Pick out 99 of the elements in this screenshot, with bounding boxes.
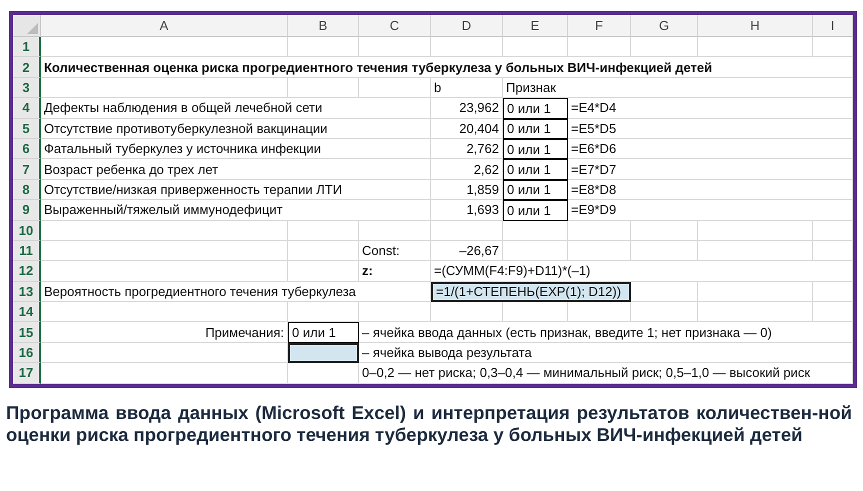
row-header[interactable]: 9: [13, 200, 41, 221]
table-cell: =E7*D7: [568, 159, 853, 180]
table-cell: =E5*D5: [568, 118, 853, 139]
empty-cell: [288, 37, 359, 58]
input-cell[interactable]: 0 или 1: [503, 200, 568, 221]
input-cell[interactable]: 0 или 1: [503, 138, 568, 160]
empty-cell: [288, 363, 359, 384]
empty-cell: [359, 37, 431, 58]
column-header[interactable]: D: [431, 15, 503, 37]
empty-cell: [631, 37, 698, 58]
empty-cell: [631, 302, 698, 322]
input-cell[interactable]: 0 или 1: [503, 180, 568, 200]
table-cell: b: [431, 78, 503, 98]
column-header[interactable]: C: [359, 15, 431, 37]
column-header[interactable]: B: [288, 15, 359, 37]
table-cell: Отсутствие/низкая приверженность терапии ЛТИ: [41, 180, 431, 200]
row-header[interactable]: 4: [13, 98, 41, 119]
column-header[interactable]: A: [41, 15, 288, 37]
table-cell: Const:: [359, 240, 431, 262]
input-cell[interactable]: 0 или 1: [288, 322, 359, 343]
empty-cell: [568, 37, 631, 58]
row-header[interactable]: 10: [13, 220, 41, 241]
table-cell: =E9*D9: [568, 200, 853, 221]
column-header[interactable]: H: [698, 15, 813, 37]
empty-cell: [431, 302, 503, 322]
empty-cell: [359, 220, 431, 241]
table-cell: Отсутствие противотуберкулезной вакцинации: [41, 118, 431, 139]
row-header[interactable]: 3: [13, 78, 41, 98]
table-cell: z:: [359, 261, 431, 282]
table-cell: 2,62: [431, 159, 503, 180]
row-header[interactable]: 16: [13, 342, 41, 364]
empty-cell: [288, 220, 359, 241]
empty-cell: [503, 220, 568, 241]
row-header[interactable]: 17: [13, 363, 41, 384]
empty-cell: [359, 78, 431, 98]
empty-cell: [431, 220, 503, 241]
table-cell: 20,404: [431, 118, 503, 139]
table-cell: Выраженный/тяжелый иммунодефицит: [41, 200, 431, 221]
table-cell: Признак: [503, 78, 853, 98]
input-cell[interactable]: 0 или 1: [503, 159, 568, 180]
row-header[interactable]: 15: [13, 322, 41, 343]
row-header[interactable]: 2: [13, 57, 41, 78]
table-cell: =E6*D6: [568, 138, 853, 160]
empty-cell: [813, 220, 853, 241]
column-header[interactable]: G: [631, 15, 698, 37]
empty-cell: [503, 240, 568, 262]
row-header[interactable]: 11: [13, 240, 41, 262]
column-header[interactable]: E: [503, 15, 568, 37]
empty-cell: [813, 302, 853, 322]
corner-triangle-icon: [27, 23, 38, 34]
output-cell: [288, 342, 359, 364]
table-cell: –26,67: [431, 240, 503, 262]
table-cell: 23,962: [431, 98, 503, 119]
table-cell: Фатальный туберкулез у источника инфекции: [41, 138, 431, 160]
table-cell: Примечания:: [41, 322, 288, 343]
column-header[interactable]: F: [568, 15, 631, 37]
table-cell: 2,762: [431, 138, 503, 160]
empty-cell: [431, 37, 503, 58]
row-header[interactable]: 13: [13, 282, 41, 302]
row-header[interactable]: 8: [13, 180, 41, 200]
row-header[interactable]: 12: [13, 261, 41, 282]
figure-caption: Программа ввода данных (Microsoft Excel) и интерпретация результатов количествен-ной оценки риска прогредиентного течения туберкулеза у больных ВИЧ-инфекцией детей: [6, 402, 852, 446]
empty-cell: [288, 261, 359, 282]
table-cell: Дефекты наблюдения в общей лечебной сети: [41, 98, 431, 119]
empty-cell: [288, 302, 359, 322]
empty-cell: [359, 302, 431, 322]
table-cell: 1,859: [431, 180, 503, 200]
table-cell: 0–0,2 — нет риска; 0,3–0,4 — минимальный риск; 0,5–1,0 — высокий риск: [359, 363, 853, 384]
row-header[interactable]: 6: [13, 138, 41, 160]
select-all-button[interactable]: [13, 15, 41, 37]
table-cell: =E8*D8: [568, 180, 853, 200]
row-header[interactable]: 1: [13, 37, 41, 58]
empty-cell: [503, 37, 568, 58]
input-cell[interactable]: 0 или 1: [503, 98, 568, 119]
empty-cell: [813, 37, 853, 58]
empty-cell: [568, 240, 631, 262]
empty-cell: [813, 240, 853, 262]
row-header[interactable]: 14: [13, 302, 41, 322]
empty-cell: [288, 240, 359, 262]
empty-cell: [503, 302, 568, 322]
table-cell: 1,693: [431, 200, 503, 221]
table-cell: – ячейка ввода данных (есть признак, введите 1; нет признака — 0): [359, 322, 853, 343]
row-header[interactable]: 7: [13, 159, 41, 180]
input-cell[interactable]: 0 или 1: [503, 118, 568, 139]
column-header[interactable]: I: [813, 15, 853, 37]
empty-cell: [288, 78, 359, 98]
table-cell: Количественная оценка риска прогредиентного течения туберкулеза у больных ВИЧ-инфекцией детей: [41, 57, 853, 78]
empty-cell: [631, 240, 698, 262]
empty-cell: [568, 220, 631, 241]
empty-cell: [568, 302, 631, 322]
table-cell: – ячейка вывода результата: [359, 342, 853, 364]
table-cell: =E4*D4: [568, 98, 853, 119]
table-cell: Вероятность прогредиентного течения туберкулеза: [41, 282, 431, 302]
empty-cell: [631, 220, 698, 241]
row-header[interactable]: 5: [13, 118, 41, 139]
output-cell: =1/(1+СТЕПЕНЬ(EXP(1); D12)): [431, 282, 631, 302]
empty-cell: [813, 282, 853, 302]
table-cell: Возраст ребенка до трех лет: [41, 159, 431, 180]
table-cell: =(СУММ(F4:F9)+D11)*(–1): [431, 261, 853, 282]
